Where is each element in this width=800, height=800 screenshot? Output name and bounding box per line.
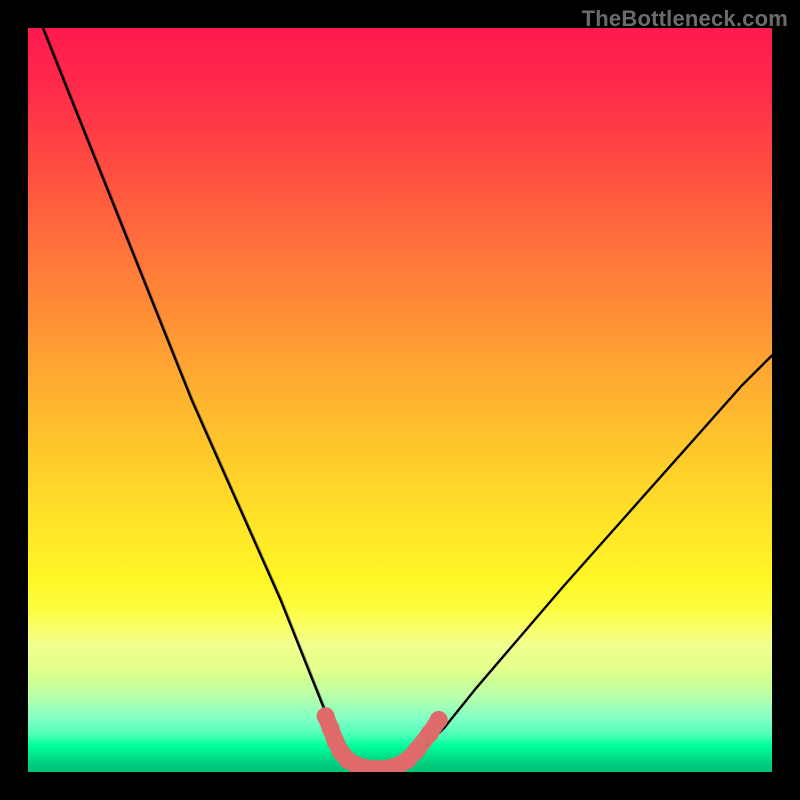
bottleneck-curve-shadow xyxy=(44,28,772,771)
curve-layer xyxy=(28,28,772,772)
chart-frame: TheBottleneck.com xyxy=(0,0,800,800)
watermark-text: TheBottleneck.com xyxy=(582,6,788,32)
trough-marker-dot xyxy=(407,741,425,759)
bottleneck-curve xyxy=(43,28,772,772)
trough-marker-dot xyxy=(430,711,448,729)
plot-area xyxy=(28,28,772,772)
